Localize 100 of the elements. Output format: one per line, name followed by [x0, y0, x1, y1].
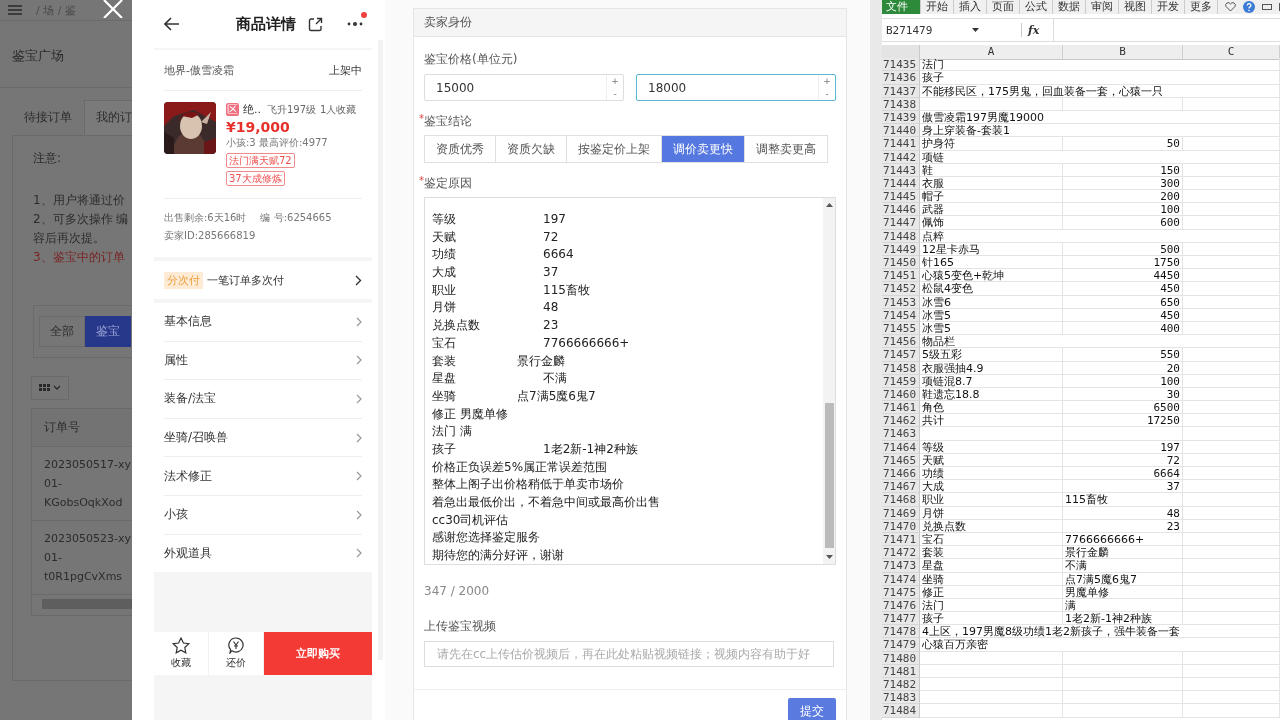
action-button[interactable]: 收藏 [154, 632, 209, 676]
row-header[interactable]: 71467 [882, 480, 920, 494]
function-icon[interactable]: fx [1028, 23, 1040, 37]
row-header[interactable]: 71445 [882, 190, 920, 204]
conclusion-option[interactable]: 调价卖更快 [662, 136, 745, 162]
product-stats: 小孩:3 最高评价:4977 [226, 136, 329, 150]
buy-now-button[interactable]: 立即购买 [264, 632, 372, 676]
row-header[interactable]: 71436 [882, 71, 920, 85]
section-item[interactable]: 基本信息 [164, 303, 362, 342]
ribbon-tab[interactable]: 插入 [954, 0, 987, 14]
table-cell: 450 [1063, 308, 1183, 322]
submit-button[interactable]: 提交 [788, 698, 836, 720]
ribbon-tab[interactable]: 公式 [1020, 0, 1053, 14]
dropdown-icon[interactable] [972, 28, 979, 32]
column-header[interactable]: B [1063, 45, 1183, 60]
chevron-right-icon [356, 471, 362, 482]
table-cell: 角色 [920, 401, 1063, 415]
decrement-button[interactable]: - [819, 87, 835, 100]
more-icon[interactable] [346, 21, 364, 27]
scrollbar[interactable] [823, 198, 835, 564]
reason-line: 着急出最低价出，不着急中间或最高价出售 [432, 495, 660, 509]
row-header[interactable]: 71482 [882, 678, 920, 692]
table-cell: 护身符 [920, 137, 1063, 151]
row-header[interactable]: 71447 [882, 216, 920, 230]
row-header[interactable]: 71478 [882, 625, 920, 639]
name-box[interactable]: B271479 [886, 23, 966, 37]
scrollbar-thumb[interactable] [824, 403, 834, 548]
row-header[interactable]: 71457 [882, 348, 920, 362]
section-item[interactable]: 法术修正 [164, 457, 362, 496]
row-header[interactable]: 71479 [882, 638, 920, 652]
ribbon-tab[interactable]: 页面 [987, 0, 1020, 14]
table-cell: 衣服强抽4.9 [920, 361, 1063, 375]
installment-row[interactable]: 分次付 一笔订单多次付 [154, 261, 372, 299]
ribbon-tab[interactable]: 审阅 [1086, 0, 1119, 14]
row-header[interactable]: 71484 [882, 704, 920, 718]
row-header[interactable]: 71472 [882, 546, 920, 560]
ribbon-tab[interactable]: 视图 [1119, 0, 1152, 14]
reason-label: 坐骑 [432, 387, 457, 405]
reason-value: 23 [543, 318, 559, 333]
ribbon-tab[interactable]: 文件 [882, 0, 921, 14]
row-header[interactable]: 71477 [882, 612, 920, 626]
row-header[interactable]: 71466 [882, 467, 920, 481]
notice-line: 1、用户将通过价 [33, 192, 126, 209]
back-icon[interactable] [164, 17, 180, 31]
table-cell: 功绩 [920, 467, 1063, 481]
row-header[interactable]: 71452 [882, 282, 920, 296]
field-label: 鉴定原因 [424, 176, 472, 190]
table-cell: 法门 [920, 598, 1063, 613]
number-input[interactable]: 15000 + - [424, 74, 624, 101]
reason-line: 感谢您选择鉴定服务 [432, 530, 540, 545]
row-header[interactable]: 71446 [882, 203, 920, 217]
video-link-input[interactable]: 请先在cc上传估价视频后，再在此处粘贴视频链接；视频内容有助于好 [424, 641, 834, 667]
column-header[interactable]: C [1183, 45, 1280, 60]
row-header[interactable]: 71461 [882, 401, 920, 415]
row-header[interactable]: 71450 [882, 256, 920, 270]
share-icon[interactable] [308, 16, 323, 32]
scroll-up-icon[interactable] [825, 203, 833, 208]
table-cell: 坐骑 [920, 572, 1063, 586]
close-icon[interactable] [102, 0, 124, 18]
table-cell: 帽子 [920, 190, 1063, 204]
view-toggle-button[interactable] [31, 376, 69, 400]
section-item[interactable]: 小孩 [164, 495, 362, 535]
column-header[interactable]: A [920, 45, 1063, 60]
row-header[interactable]: 71468 [882, 493, 920, 507]
ribbon-tab[interactable]: 数据 [1053, 0, 1086, 14]
row-header[interactable]: 71435 [882, 58, 920, 72]
minimize-icon[interactable] [1262, 4, 1272, 10]
section-item[interactable]: 属性 [164, 341, 362, 381]
heart-icon[interactable] [1225, 2, 1236, 12]
row-header[interactable]: 71463 [882, 427, 920, 441]
scroll-down-icon[interactable] [825, 554, 833, 559]
reason-value: 景行金麟 [517, 353, 565, 368]
help-icon[interactable] [1243, 1, 1255, 13]
scrollbar[interactable] [42, 599, 132, 609]
filter-button[interactable]: 鉴宝 [85, 316, 131, 347]
increment-button[interactable]: + [607, 75, 623, 88]
table-cell: 7766666666+ [1063, 532, 1183, 547]
ribbon-tab[interactable]: 更多 [1185, 0, 1218, 14]
ribbon-tab[interactable]: 开始 [921, 0, 954, 14]
section-item[interactable]: 外观道具 [164, 534, 362, 573]
row-header[interactable]: 71473 [882, 559, 920, 573]
section-item[interactable]: 坐骑/召唤兽 [164, 418, 362, 458]
row-header[interactable]: 71483 [882, 691, 920, 705]
reason-value: 不满 [543, 371, 567, 386]
reason-textarea[interactable] [424, 197, 836, 565]
ribbon-tab[interactable]: 开发 [1152, 0, 1185, 14]
row-header[interactable]: 71456 [882, 335, 920, 349]
row-header[interactable]: 71440 [882, 124, 920, 138]
reason-label: 星盘 [432, 370, 457, 388]
row-header[interactable]: 71441 [882, 137, 920, 151]
table-cell: 100 [1063, 203, 1183, 217]
row-header[interactable]: 71451 [882, 269, 920, 283]
increment-button[interactable]: + [819, 75, 835, 88]
grid-icon [39, 383, 61, 393]
menu-icon[interactable] [8, 5, 22, 15]
table-cell: 等级 [920, 440, 1063, 454]
section-item[interactable]: 装备/法宝 [164, 380, 362, 419]
decrement-button[interactable]: - [607, 87, 623, 100]
row-header[interactable]: 71462 [882, 414, 920, 428]
number-input[interactable]: 18000 + - [636, 74, 836, 101]
